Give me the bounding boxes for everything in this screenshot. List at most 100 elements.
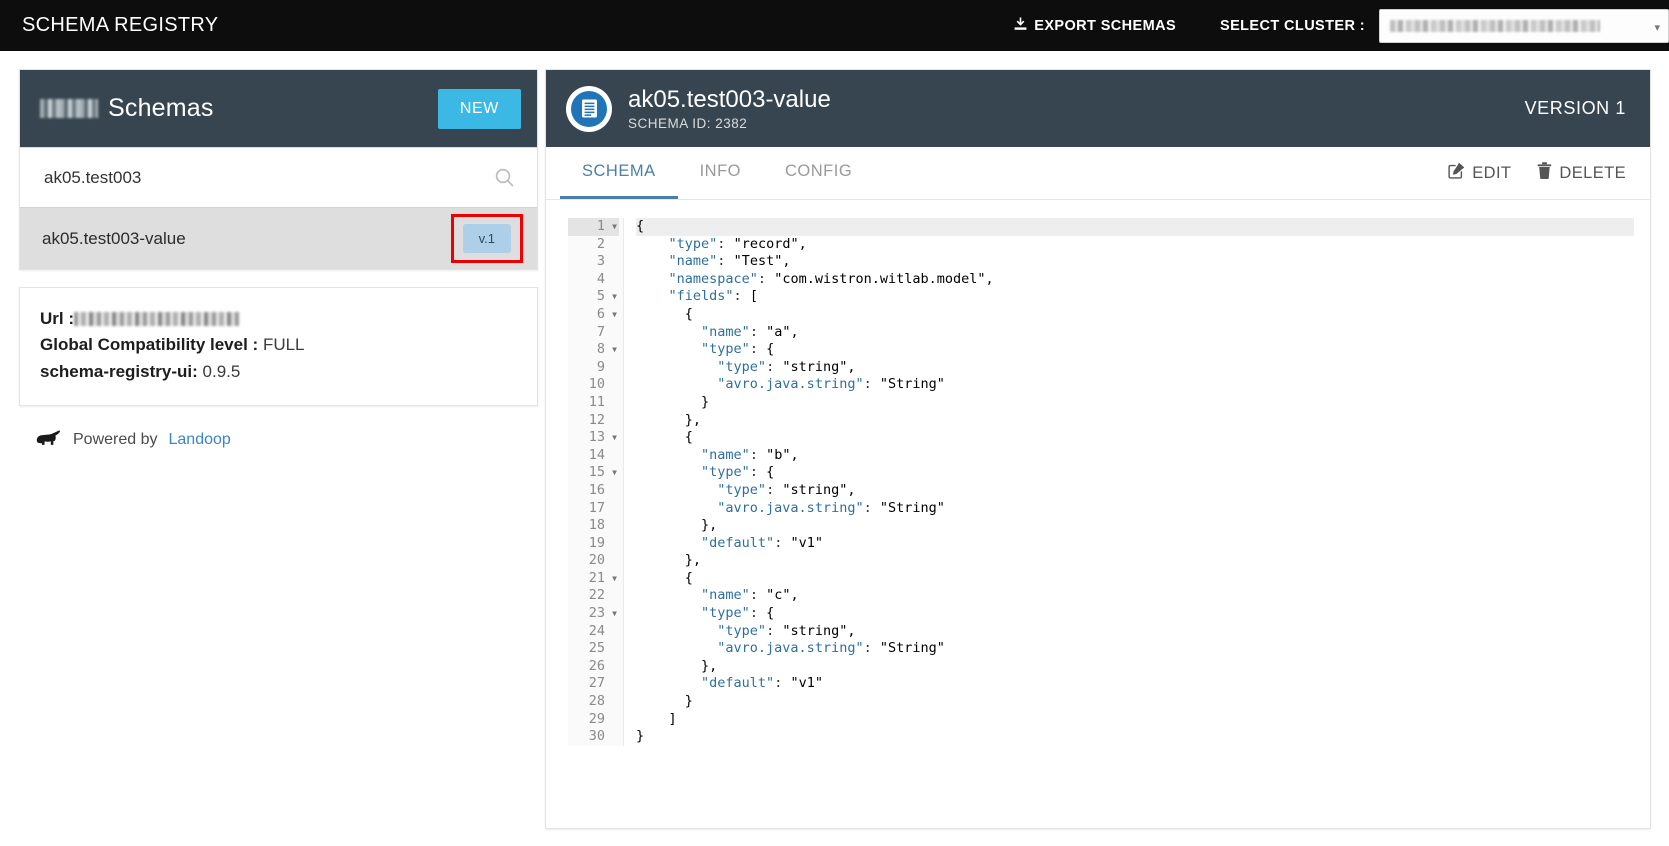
fold-caret-icon: ▼ xyxy=(612,433,617,443)
schema-detail-tabs: SCHEMA INFO CONFIG EDIT DELETE xyxy=(546,147,1650,200)
sidebar: Schemas NEW ak05.test003-value v.1 xyxy=(19,69,538,449)
code-line-number: 6 ▼ xyxy=(596,305,617,322)
fold-caret-icon: ▼ xyxy=(612,292,617,302)
code-line: "type": { xyxy=(701,341,775,358)
code-line: ] xyxy=(636,710,677,727)
schema-detail-title: ak05.test003-value xyxy=(628,85,831,113)
code-line: "default": "v1" xyxy=(701,534,823,551)
code-line: }, xyxy=(636,517,718,534)
schema-search-input[interactable] xyxy=(42,166,494,189)
landoop-link[interactable]: Landoop xyxy=(169,431,231,449)
document-icon-inner xyxy=(571,90,607,127)
code-line-number: 3 xyxy=(596,253,605,270)
elephant-logo-icon xyxy=(35,430,62,449)
code-line: }, xyxy=(636,552,702,569)
export-schemas-button[interactable]: EXPORT SCHEMAS xyxy=(988,17,1202,34)
code-line-number: 4 xyxy=(596,270,605,287)
code-line-number: 15 ▼ xyxy=(588,464,617,481)
code-line-number: 20 xyxy=(588,552,605,569)
code-line-number: 10 xyxy=(588,376,605,393)
delete-schema-button[interactable]: DELETE xyxy=(1537,162,1626,184)
app-brand-title: SCHEMA REGISTRY xyxy=(22,14,219,36)
code-content[interactable]: { "type": "record", "name": "Test", "nam… xyxy=(624,218,1634,746)
fold-caret-icon: ▼ xyxy=(612,345,617,355)
code-line-number: 19 xyxy=(588,534,605,551)
schema-version-badge[interactable]: v.1 xyxy=(462,224,511,253)
code-line-number: 11 xyxy=(588,393,605,410)
code-line: { xyxy=(636,429,693,446)
trash-icon xyxy=(1537,162,1552,184)
fold-caret-icon: ▼ xyxy=(612,309,617,319)
top-navbar: SCHEMA REGISTRY EXPORT SCHEMAS SELECT CL… xyxy=(0,0,1669,51)
global-compatibility-value: FULL xyxy=(262,335,305,355)
code-line: } xyxy=(636,693,693,710)
code-line-number: 30 xyxy=(588,728,605,745)
schema-detail-panel: ak05.test003-value SCHEMA ID: 2382 VERSI… xyxy=(545,69,1651,829)
registry-url-value xyxy=(74,312,239,326)
fold-caret-icon: ▼ xyxy=(612,222,617,231)
search-icon[interactable] xyxy=(494,167,515,188)
edit-schema-label: EDIT xyxy=(1472,163,1512,182)
schemas-panel-header: Schemas NEW xyxy=(20,70,537,147)
code-line-number: 12 xyxy=(588,411,605,428)
code-line: "type": "string", xyxy=(717,481,856,498)
cluster-select-dropdown[interactable]: ▾ xyxy=(1379,8,1669,43)
code-line: } xyxy=(636,728,645,745)
download-icon xyxy=(1014,17,1027,34)
code-line-numbers: 1 ▼ 2 3 4 5 ▼ 6 ▼ 7 8 ▼ 9 10 11 12 13 ▼ 14 15 ▼ 16 17 18 19 20 21 ▼… xyxy=(568,218,624,746)
code-line: "name": "a", xyxy=(701,323,799,340)
schema-search-row xyxy=(20,147,537,207)
code-line: "default": "v1" xyxy=(701,675,823,692)
registry-info-panel: Url : Global Compatibility level : FULL … xyxy=(19,287,538,407)
cluster-select-value xyxy=(1390,19,1600,32)
schema-list-item-ak05-test003-value[interactable]: ak05.test003-value v.1 xyxy=(20,207,537,269)
code-line: "type": { xyxy=(701,464,775,481)
code-line: { xyxy=(636,569,693,586)
code-line-number: 25 xyxy=(588,640,605,657)
code-line: }, xyxy=(636,657,718,674)
select-cluster-label: SELECT CLUSTER : xyxy=(1220,17,1365,34)
page-body: Schemas NEW ak05.test003-value v.1 xyxy=(0,51,1669,846)
schemas-panel: Schemas NEW ak05.test003-value v.1 xyxy=(19,69,538,270)
schema-code-viewer[interactable]: 1 ▼ 2 3 4 5 ▼ 6 ▼ 7 8 ▼ 9 10 11 12 13 ▼ 14 15 ▼ 16 17 18 19 20 21 ▼… xyxy=(546,200,1650,828)
fold-caret-icon: ▼ xyxy=(612,573,617,583)
code-line-number: 22 xyxy=(588,587,605,604)
code-line: { xyxy=(636,218,1634,236)
schemas-count xyxy=(40,99,98,118)
global-compatibility-line: Global Compatibility level : FULL xyxy=(40,332,517,358)
document-icon xyxy=(566,85,612,132)
schema-id-label: SCHEMA ID: 2382 xyxy=(628,116,748,132)
tab-config[interactable]: CONFIG xyxy=(763,147,874,199)
tab-info[interactable]: INFO xyxy=(678,147,763,199)
new-schema-button[interactable]: NEW xyxy=(437,88,521,129)
schemas-title-label: Schemas xyxy=(108,94,214,122)
fold-caret-icon: ▼ xyxy=(612,468,617,478)
code-line-number: 8 ▼ xyxy=(596,341,617,358)
code-line-number: 9 xyxy=(596,358,605,375)
code-line-number: 26 xyxy=(588,657,605,674)
code-line-number: 14 xyxy=(588,446,605,463)
code-line: "name": "Test", xyxy=(668,253,791,270)
code-line: "type": "string", xyxy=(717,358,856,375)
code-line: "avro.java.string": "String" xyxy=(717,376,945,393)
code-editor: 1 ▼ 2 3 4 5 ▼ 6 ▼ 7 8 ▼ 9 10 11 12 13 ▼ 14 15 ▼ 16 17 18 19 20 21 ▼… xyxy=(568,218,1634,746)
code-vertical-scrollbar[interactable] xyxy=(1640,201,1649,828)
code-line: "type": "string", xyxy=(717,622,856,639)
global-compatibility-label: Global Compatibility level : xyxy=(40,335,259,355)
tab-schema[interactable]: SCHEMA xyxy=(560,147,678,199)
code-line-number: 17 xyxy=(588,499,605,516)
code-line-number: 28 xyxy=(588,693,605,710)
schema-detail-actions: EDIT DELETE xyxy=(1448,147,1626,199)
edit-schema-button[interactable]: EDIT xyxy=(1448,162,1511,184)
code-line-number: 7 xyxy=(596,323,605,340)
code-line-number: 16 xyxy=(588,481,605,498)
schemas-title: Schemas xyxy=(40,94,214,123)
code-line: "name": "b", xyxy=(701,446,799,463)
delete-schema-label: DELETE xyxy=(1559,163,1626,182)
schema-version-label: VERSION 1 xyxy=(1524,98,1626,118)
registry-url-line: Url : xyxy=(40,306,517,332)
fold-caret-icon: ▼ xyxy=(612,609,617,619)
ui-version-label: schema-registry-ui: xyxy=(40,361,198,381)
code-line: } xyxy=(636,393,710,410)
schema-detail-titles: ak05.test003-value SCHEMA ID: 2382 xyxy=(628,86,831,132)
